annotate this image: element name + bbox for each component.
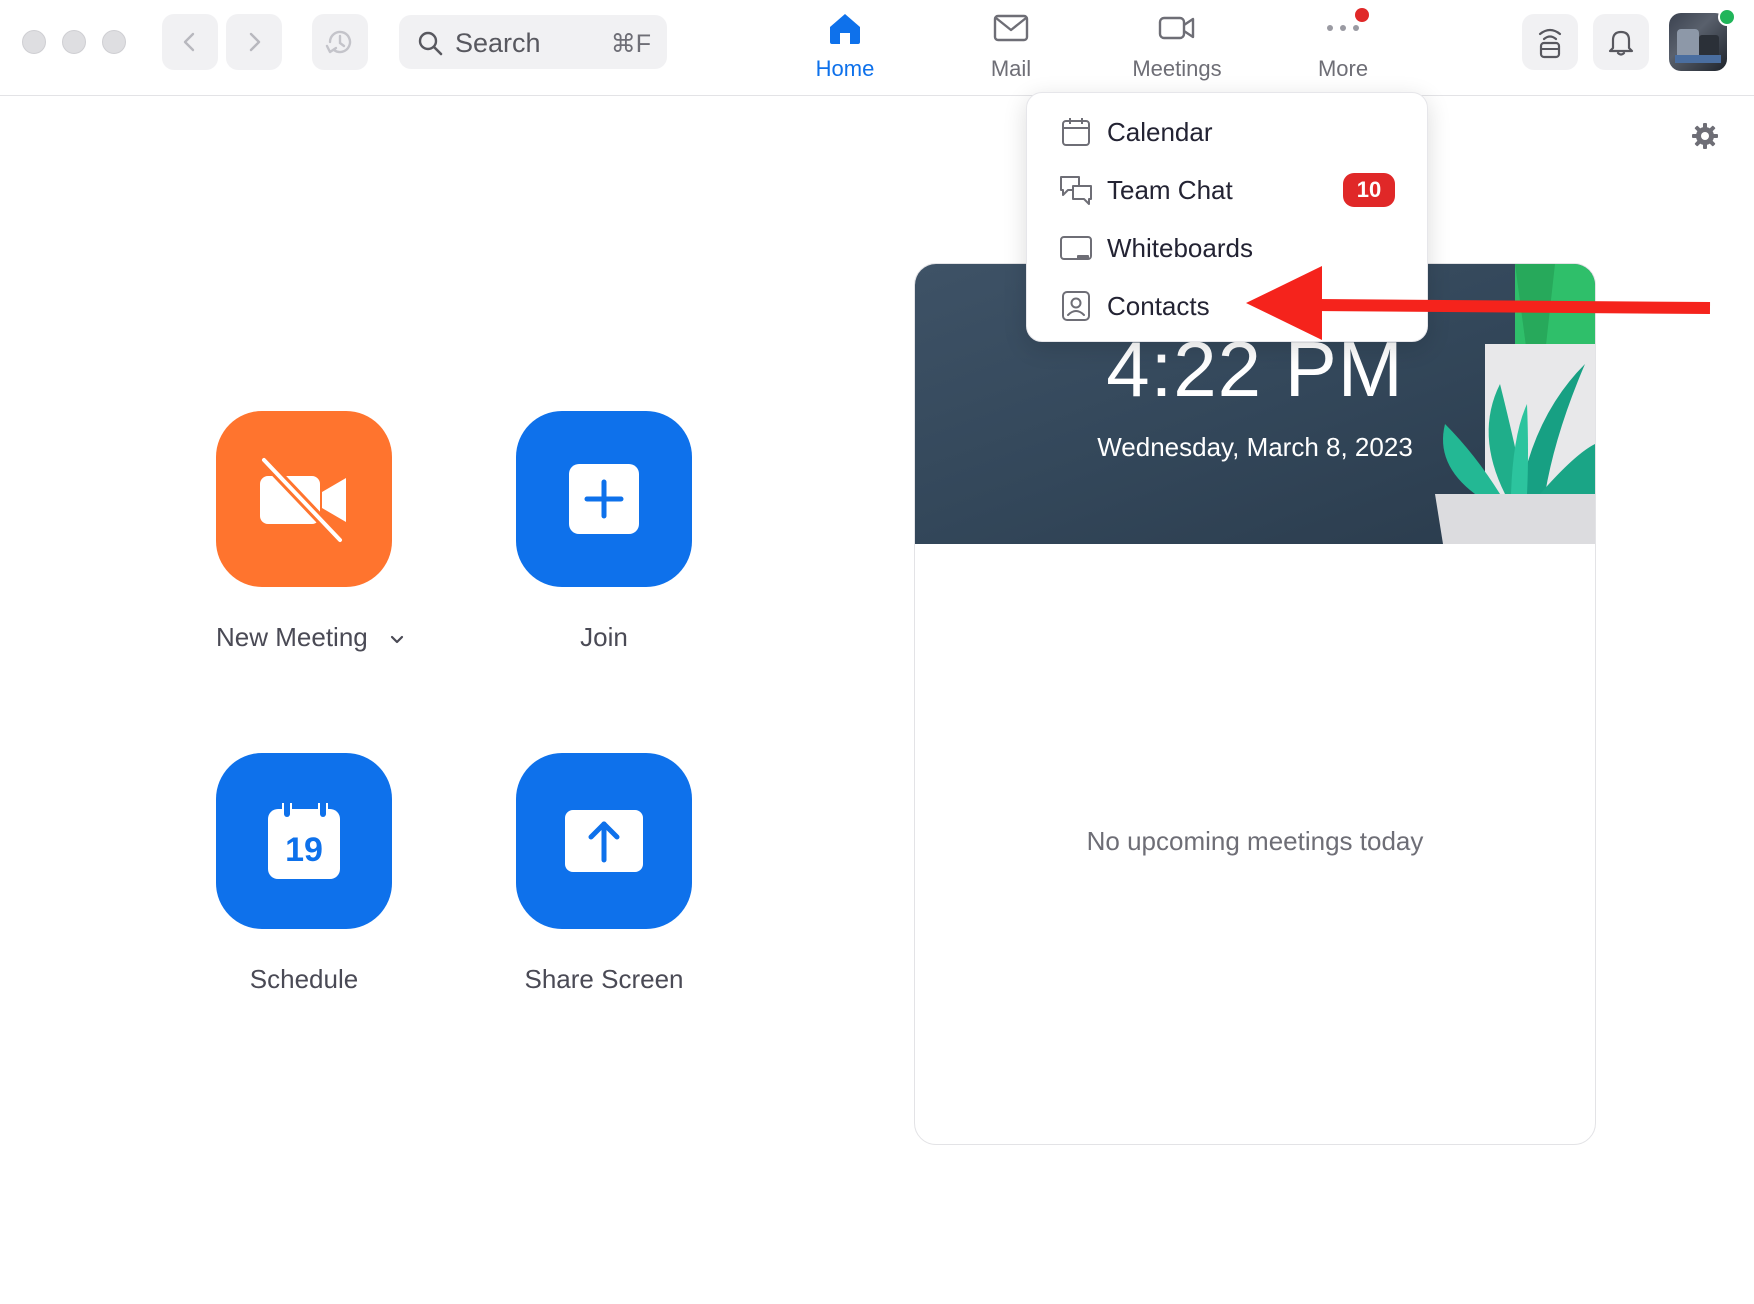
forward-button[interactable]: [226, 14, 282, 70]
join-button[interactable]: [516, 411, 692, 587]
new-meeting-label-wrap[interactable]: New Meeting: [216, 622, 436, 653]
phone-button[interactable]: [1522, 14, 1578, 70]
tab-home[interactable]: Home: [775, 6, 915, 90]
calendar-icon: 19: [268, 803, 340, 879]
menu-item-contacts-label: Contacts: [1107, 291, 1210, 321]
chevron-down-icon[interactable]: [389, 634, 405, 646]
mail-icon: [993, 14, 1029, 42]
menu-item-calendar[interactable]: Calendar: [1027, 103, 1427, 161]
bell-icon: [1608, 30, 1634, 56]
window-minimize-button[interactable]: [62, 30, 86, 54]
title-bar: Search ⌘F Home Mail Meetings More: [0, 0, 1754, 96]
menu-item-team-chat[interactable]: Team Chat 10: [1027, 161, 1427, 219]
schedule-label: Schedule: [249, 964, 359, 994]
history-button[interactable]: [312, 14, 368, 70]
window-close-button[interactable]: [22, 30, 46, 54]
tab-mail-label: Mail: [990, 56, 1032, 81]
calendar-day-number: 19: [285, 831, 323, 869]
search-bar[interactable]: Search ⌘F: [399, 15, 667, 69]
tab-meetings-label: Meetings: [1132, 56, 1222, 81]
menu-item-calendar-label: Calendar: [1107, 117, 1213, 147]
tab-meetings[interactable]: Meetings: [1107, 6, 1247, 90]
chevron-left-icon: [183, 32, 195, 52]
tab-more-label: More: [1317, 56, 1369, 81]
menu-item-contacts[interactable]: Contacts: [1027, 277, 1427, 335]
menu-item-whiteboards-label: Whiteboards: [1107, 233, 1253, 263]
wireless-handset-icon: [1538, 28, 1562, 59]
new-meeting-button[interactable]: [216, 411, 392, 587]
no-meetings-message: No upcoming meetings today: [1086, 826, 1424, 856]
history-icon: [325, 30, 352, 54]
upcoming-meetings-card: 4:22 PM Wednesday, March 8, 2023 No upco…: [914, 263, 1596, 1145]
window-zoom-button[interactable]: [102, 30, 126, 54]
video-camera-icon: [1158, 16, 1195, 40]
clock-date: Wednesday, March 8, 2023: [1097, 432, 1413, 462]
search-label: Search: [455, 28, 541, 58]
tab-more[interactable]: More: [1273, 6, 1413, 90]
schedule-button[interactable]: 19: [216, 753, 392, 929]
plus-icon: [569, 464, 639, 534]
home-icon: [830, 14, 860, 44]
share-screen-button[interactable]: [516, 753, 692, 929]
share-screen-icon: [565, 810, 643, 872]
search-shortcut: ⌘F: [610, 30, 651, 58]
notifications-button[interactable]: [1593, 14, 1649, 70]
contacts-icon: [1062, 291, 1090, 321]
more-notification-dot: [1355, 8, 1369, 22]
presence-online-dot: [1718, 8, 1736, 26]
chevron-right-icon: [249, 32, 261, 52]
whiteboard-icon: [1060, 236, 1092, 260]
more-dropdown-menu: Calendar Team Chat 10 Whiteboards Contac…: [1026, 92, 1428, 342]
tab-home-label: Home: [815, 56, 875, 81]
back-button[interactable]: [162, 14, 218, 70]
menu-item-whiteboards[interactable]: Whiteboards: [1027, 219, 1427, 277]
more-dots-icon: [1327, 25, 1359, 31]
chat-icon: [1060, 176, 1092, 205]
menu-item-team-chat-label: Team Chat: [1107, 175, 1233, 205]
calendar-icon: [1062, 118, 1090, 146]
join-label: Join: [580, 622, 628, 652]
search-icon: [418, 31, 443, 56]
tab-mail[interactable]: Mail: [941, 6, 1081, 90]
avatar[interactable]: [1669, 13, 1727, 71]
team-chat-unread-badge: 10: [1343, 173, 1395, 207]
settings-gear-icon[interactable]: [1691, 122, 1719, 150]
share-screen-label: Share Screen: [524, 964, 684, 994]
new-meeting-label: New Meeting: [216, 622, 368, 652]
video-off-icon: [259, 455, 346, 544]
